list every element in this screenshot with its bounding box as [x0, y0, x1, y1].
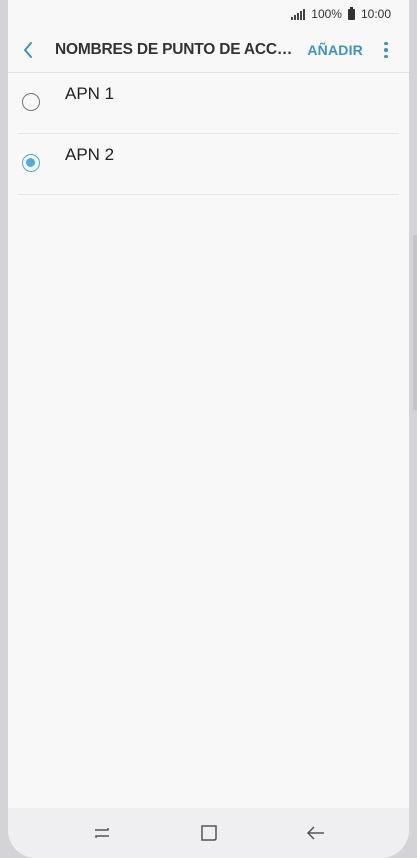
- more-vertical-icon: [384, 41, 388, 46]
- battery-icon: [347, 6, 355, 20]
- back-arrow-icon: [24, 42, 32, 58]
- screen: 100% 10:00 NOMBRES DE PUNTO DE ACC… AÑAD…: [8, 0, 409, 858]
- home-button[interactable]: [189, 813, 229, 853]
- apn-label: APN 1: [65, 84, 115, 103]
- signal-icon: [291, 8, 306, 20]
- side-button: [413, 235, 417, 410]
- recents-button[interactable]: [82, 813, 122, 853]
- back-nav-button[interactable]: [296, 813, 336, 853]
- radio-button-selected[interactable]: [22, 154, 40, 172]
- battery-percent: 100%: [311, 7, 342, 21]
- add-button[interactable]: AÑADIR: [299, 42, 371, 58]
- clock: 10:00: [360, 7, 391, 21]
- more-options-button[interactable]: [371, 28, 401, 72]
- recents-icon: [94, 828, 109, 838]
- radio-button[interactable]: [22, 93, 40, 111]
- list-item-apn-1[interactable]: APN 1: [18, 73, 399, 134]
- apn-label: APN 2: [65, 145, 115, 164]
- phone-frame: 100% 10:00 NOMBRES DE PUNTO DE ACC… AÑAD…: [0, 0, 417, 858]
- back-icon: [306, 826, 324, 840]
- status-bar: 100% 10:00: [8, 0, 409, 28]
- list-item-apn-2[interactable]: APN 2: [18, 134, 399, 195]
- navigation-bar: [8, 808, 409, 858]
- back-button[interactable]: [8, 28, 48, 72]
- page-title: NOMBRES DE PUNTO DE ACC…: [55, 41, 293, 58]
- apn-list: APN 1 APN 2: [8, 73, 409, 195]
- home-icon: [200, 825, 217, 841]
- app-bar: NOMBRES DE PUNTO DE ACC… AÑADIR: [8, 28, 409, 73]
